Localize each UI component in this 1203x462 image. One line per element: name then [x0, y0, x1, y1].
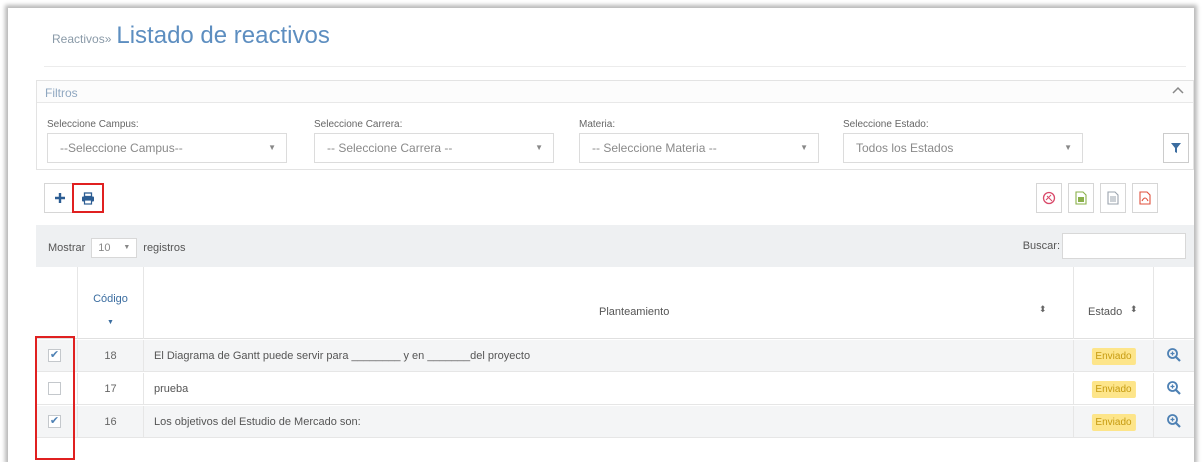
pdf-button[interactable] — [1132, 183, 1158, 213]
caret-down-icon: ▼ — [1064, 143, 1072, 152]
estado-cell: Enviado — [1074, 406, 1154, 438]
reactivos-table: Mostrar 10 ▼ registros Buscar: Código ▼ … — [36, 225, 1194, 462]
campus-select[interactable]: --Seleccione Campus-- ▼ — [47, 133, 287, 163]
filter-icon — [1171, 143, 1181, 153]
estado-cell: Enviado — [1074, 340, 1154, 372]
zoom-in-icon[interactable] — [1166, 380, 1182, 396]
estado-cell: Enviado — [1074, 373, 1154, 405]
table-header: Código ▼ Planteamiento ⬍ Estado ⬍ — [36, 267, 1194, 339]
csv-button[interactable] — [1100, 183, 1126, 213]
checkbox-highlight-box — [35, 336, 75, 460]
page-length-select[interactable]: 10 ▼ — [91, 238, 138, 258]
actions-cell — [1154, 406, 1194, 438]
status-badge: Enviado — [1091, 348, 1136, 365]
campus-label: Seleccione Campus: — [47, 119, 139, 130]
filters-header[interactable]: Filtros — [37, 81, 1193, 103]
campus-select-value: --Seleccione Campus-- — [60, 141, 183, 155]
table-controls: Mostrar 10 ▼ registros Buscar: — [36, 225, 1194, 267]
carrera-select-value: -- Seleccione Carrera -- — [327, 141, 453, 155]
search-label: Buscar: — [1022, 240, 1060, 252]
estado-select[interactable]: Todos los Estados ▼ — [843, 133, 1083, 163]
actions-column-header — [1154, 267, 1194, 339]
pdf-icon — [1139, 191, 1151, 205]
planteamiento-value: Los objetivos del Estudio de Mercado son… — [154, 416, 361, 428]
excel-icon — [1075, 191, 1087, 205]
header-divider — [44, 66, 1186, 67]
caret-down-icon: ▼ — [800, 143, 808, 152]
print-button[interactable] — [72, 183, 104, 213]
sort-desc-icon: ▼ — [107, 319, 114, 326]
estado-label: Seleccione Estado: — [843, 119, 929, 130]
sort-both-icon: ⬍ — [1130, 304, 1138, 314]
codigo-cell: 18 — [78, 340, 144, 372]
copy-button[interactable] — [1036, 183, 1062, 213]
select-column-header — [36, 267, 78, 339]
materia-select[interactable]: -- Seleccione Materia -- ▼ — [579, 133, 819, 163]
codigo-value: 17 — [104, 383, 117, 395]
actions-cell — [1154, 373, 1194, 405]
table-row: ✔ 18 El Diagrama de Gantt puede servir p… — [36, 340, 1194, 372]
codigo-header-label: Código — [93, 293, 128, 305]
page-length-control: Mostrar 10 ▼ registros — [48, 238, 185, 258]
planteamiento-value: El Diagrama de Gantt puede servir para _… — [154, 350, 531, 362]
carrera-select[interactable]: -- Seleccione Carrera -- ▼ — [314, 133, 554, 163]
copy-icon — [1042, 191, 1056, 205]
column-header-planteamiento[interactable]: Planteamiento ⬍ — [144, 267, 1074, 339]
chevron-up-icon[interactable] — [1171, 85, 1185, 99]
zoom-in-icon[interactable] — [1166, 347, 1182, 363]
codigo-cell: 16 — [78, 406, 144, 438]
column-header-codigo[interactable]: Código ▼ — [78, 267, 144, 339]
column-header-estado[interactable]: Estado ⬍ — [1074, 267, 1154, 339]
codigo-value: 16 — [104, 416, 117, 428]
table-row: 17 prueba Enviado — [36, 373, 1194, 405]
plus-icon — [55, 193, 65, 203]
sort-both-icon: ⬍ — [1039, 304, 1047, 314]
page-length-value: 10 — [98, 242, 111, 254]
filters-panel: Filtros Seleccione Campus: --Seleccione … — [36, 80, 1194, 170]
codigo-cell: 17 — [78, 373, 144, 405]
breadcrumb-reactivos[interactable]: Reactivos — [52, 32, 105, 46]
materia-label: Materia: — [579, 119, 616, 130]
table-toolbar — [36, 183, 1194, 215]
carrera-label: Seleccione Carrera: — [314, 119, 403, 130]
filter-button[interactable] — [1163, 133, 1189, 163]
excel-button[interactable] — [1068, 183, 1094, 213]
filters-title: Filtros — [45, 86, 78, 100]
csv-icon — [1107, 191, 1119, 205]
print-icon — [82, 191, 94, 205]
codigo-value: 18 — [104, 350, 117, 362]
planteamiento-value: prueba — [154, 383, 189, 395]
planteamiento-cell: El Diagrama de Gantt puede servir para _… — [144, 340, 1074, 372]
page-title: Listado de reactivos — [116, 22, 330, 49]
estado-select-value: Todos los Estados — [856, 141, 954, 155]
table-row: ✔ 16 Los objetivos del Estudio de Mercad… — [36, 406, 1194, 438]
length-prefix: Mostrar — [48, 242, 86, 254]
planteamiento-cell: prueba — [144, 373, 1074, 405]
caret-down-icon: ▼ — [535, 143, 543, 152]
status-badge: Enviado — [1091, 381, 1136, 398]
planteamiento-header-label: Planteamiento — [599, 306, 670, 318]
zoom-in-icon[interactable] — [1166, 413, 1182, 429]
status-badge: Enviado — [1091, 414, 1136, 431]
planteamiento-cell: Los objetivos del Estudio de Mercado son… — [144, 406, 1074, 438]
search-input[interactable] — [1062, 233, 1186, 259]
caret-down-icon: ▼ — [123, 244, 131, 251]
estado-header-label: Estado — [1088, 306, 1123, 318]
breadcrumb-separator: » — [104, 32, 112, 46]
caret-down-icon: ▼ — [268, 143, 276, 152]
page-header: Reactivos » Listado de reactivos — [52, 22, 330, 50]
length-suffix: registros — [143, 242, 186, 254]
materia-select-value: -- Seleccione Materia -- — [592, 141, 717, 155]
actions-cell — [1154, 340, 1194, 372]
